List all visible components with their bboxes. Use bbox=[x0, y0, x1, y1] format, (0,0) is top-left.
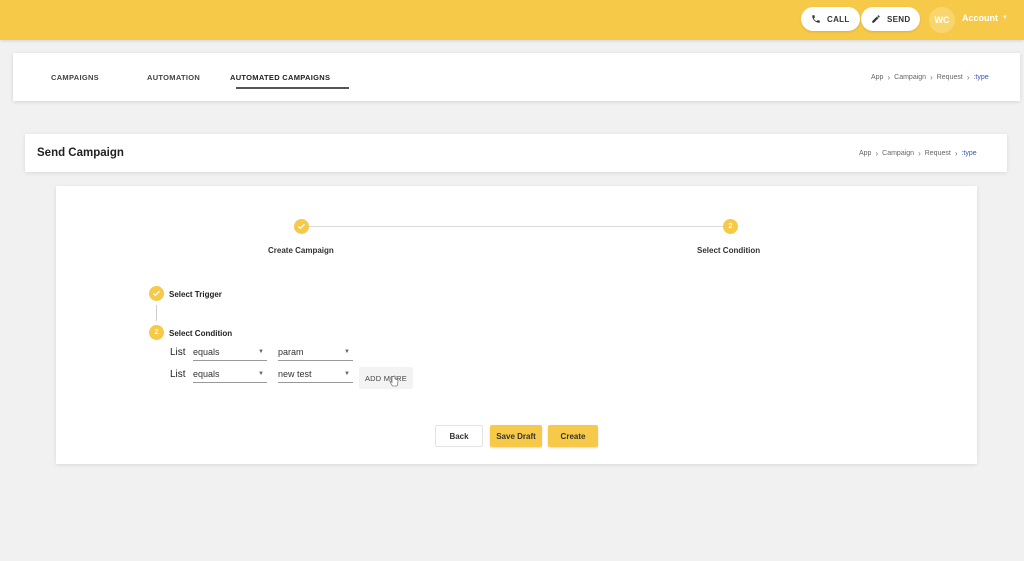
campaign-form-card: Create Campaign 2 Select Condition Selec… bbox=[56, 186, 977, 464]
condition-field-label: List bbox=[170, 347, 186, 358]
account-menu[interactable]: Account ▼ bbox=[962, 13, 1008, 23]
tabs-bar: CAMPAIGNS AUTOMATION AUTOMATED CAMPAIGNS… bbox=[13, 53, 1020, 101]
stepper-connector bbox=[308, 226, 728, 227]
breadcrumb-item[interactable]: Campaign bbox=[882, 150, 914, 157]
chevron-right-icon: › bbox=[918, 149, 921, 158]
send-button[interactable]: SEND bbox=[861, 7, 921, 31]
create-button[interactable]: Create bbox=[548, 425, 598, 447]
tab-automation[interactable]: AUTOMATION bbox=[147, 73, 200, 82]
page-title: Send Campaign bbox=[37, 147, 124, 159]
operator-value: equals bbox=[193, 346, 220, 357]
operator-value: equals bbox=[193, 368, 220, 379]
vstep-number-indicator: 2 bbox=[149, 325, 164, 340]
pencil-icon bbox=[872, 15, 880, 23]
tab-automated-campaigns[interactable]: AUTOMATED CAMPAIGNS bbox=[230, 73, 330, 82]
value-select[interactable]: new test ▼ bbox=[278, 365, 353, 383]
dropdown-arrow-icon: ▼ bbox=[258, 370, 264, 377]
vstep-connector bbox=[156, 305, 157, 321]
value-select[interactable]: param ▼ bbox=[278, 343, 353, 361]
hand-cursor-icon bbox=[389, 375, 399, 387]
operator-select[interactable]: equals ▼ bbox=[193, 365, 267, 383]
breadcrumb: App › Campaign › Request › :type bbox=[871, 73, 989, 82]
dropdown-arrow-icon: ▼ bbox=[344, 348, 350, 355]
dropdown-arrow-icon: ▼ bbox=[344, 370, 350, 377]
vstep-label-select-condition: Select Condition bbox=[169, 329, 233, 338]
chevron-right-icon: › bbox=[954, 149, 958, 158]
breadcrumb-item-current: :type bbox=[961, 150, 977, 157]
vstep-label-select-trigger: Select Trigger bbox=[169, 290, 222, 299]
add-more-button[interactable]: ADD MORE bbox=[359, 367, 413, 389]
condition-value: param bbox=[278, 346, 304, 357]
vstep-complete-indicator bbox=[149, 286, 164, 301]
save-draft-button[interactable]: Save Draft bbox=[490, 425, 542, 447]
condition-field-label: List bbox=[170, 369, 186, 380]
send-label: SEND bbox=[887, 14, 911, 24]
breadcrumb-item-current: :type bbox=[973, 74, 989, 81]
tab-campaigns[interactable]: CAMPAIGNS bbox=[51, 73, 99, 82]
chevron-right-icon: › bbox=[930, 73, 933, 82]
check-icon bbox=[153, 290, 160, 297]
back-button[interactable]: Back bbox=[435, 425, 483, 447]
dropdown-arrow-icon: ▼ bbox=[258, 348, 264, 355]
chevron-right-icon: › bbox=[966, 73, 970, 82]
breadcrumb-item[interactable]: App bbox=[859, 150, 871, 157]
step-number-indicator: 2 bbox=[723, 219, 738, 234]
top-app-bar: CALL SEND WC Account ▼ bbox=[0, 0, 1024, 40]
active-tab-indicator bbox=[236, 87, 349, 89]
operator-select[interactable]: equals ▼ bbox=[193, 343, 267, 361]
breadcrumb-item[interactable]: App bbox=[871, 74, 883, 81]
step-complete-indicator bbox=[294, 219, 309, 234]
phone-icon bbox=[812, 15, 820, 23]
breadcrumb: App › Campaign › Request › :type bbox=[859, 149, 977, 158]
account-label: Account bbox=[962, 13, 998, 23]
call-label: CALL bbox=[827, 14, 850, 24]
chevron-right-icon: › bbox=[887, 73, 891, 82]
chevron-down-icon: ▼ bbox=[1002, 15, 1008, 21]
call-button[interactable]: CALL bbox=[801, 7, 860, 31]
avatar[interactable]: WC bbox=[929, 7, 955, 33]
step-label-select-condition: Select Condition bbox=[697, 246, 761, 255]
breadcrumb-item[interactable]: Campaign bbox=[894, 74, 926, 81]
page-header: Send Campaign App › Campaign › Request ›… bbox=[25, 134, 1007, 172]
check-icon bbox=[298, 223, 305, 230]
condition-value: new test bbox=[278, 368, 312, 379]
breadcrumb-item[interactable]: Request bbox=[937, 74, 963, 81]
breadcrumb-item[interactable]: Request bbox=[925, 150, 951, 157]
step-label-create-campaign: Create Campaign bbox=[268, 246, 334, 255]
chevron-right-icon: › bbox=[875, 149, 879, 158]
